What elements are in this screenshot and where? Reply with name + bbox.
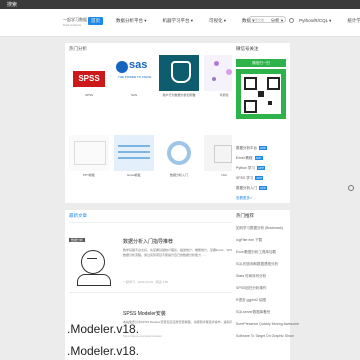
- hot-item[interactable]: SQL的查询和数据透视分析: [236, 262, 278, 267]
- latest-title: 最新文章: [69, 213, 87, 218]
- feedback-icon[interactable]: [348, 185, 354, 191]
- thumb-label-spss: SPSS: [84, 93, 93, 97]
- qr-code: [236, 69, 286, 119]
- sidebar-link[interactable]: 数据分析平台 APP: [236, 146, 268, 151]
- sidebar-link[interactable]: Excel 教程 APP: [236, 156, 263, 161]
- site-slogan: Data Analysis: [63, 23, 82, 27]
- thumb-spss[interactable]: SPSS: [69, 55, 109, 91]
- post-title[interactable]: SPSS Modeler安装: [123, 310, 166, 317]
- window-titlebar: 搜索: [0, 0, 360, 9]
- nav-item-python[interactable]: Python/R/CQL ▾: [296, 17, 334, 25]
- nav-item-viz[interactable]: 可视化 ▾: [206, 17, 229, 25]
- main-nav: 首页 数据分析平台 ▾ 机器学习平台 ▾ 可视化 ▾ 数据 ▾ 分析 ▾ Pyt…: [88, 17, 360, 25]
- thumb-label-excel: Excel模板: [127, 173, 141, 177]
- nav-item-ml[interactable]: 机器学习平台 ▾: [160, 17, 197, 25]
- app-badge: APP: [256, 166, 265, 170]
- app-badge: APP: [254, 156, 263, 160]
- sidebar-link-label: 数据分析平台: [236, 146, 257, 150]
- sidebar-link-label: SPSS 学习: [236, 176, 254, 180]
- hot-item[interactable]: SPSS回归分析操作: [236, 286, 266, 291]
- nav-item-analysis[interactable]: 数据分析平台 ▾: [113, 17, 150, 25]
- sidebar-link[interactable]: Python 学习 APP: [236, 166, 265, 171]
- post-illustration: [69, 244, 117, 286]
- wechat-button[interactable]: 微信扫一扫: [236, 59, 286, 67]
- thumb-behavior[interactable]: [159, 55, 199, 91]
- thumb-sas[interactable]: sas THE POWER TO KNOW: [114, 55, 154, 91]
- sidebar-link-label: Python 学习: [236, 166, 255, 170]
- thumb-intro[interactable]: [159, 135, 199, 171]
- hot-card: 热门推荐 如何学习数据分析 (Bookmark) logFiter.exe 下载…: [232, 210, 299, 360]
- sidebar-title: 微信号关注: [236, 46, 259, 51]
- hot-item[interactable]: SurePresence Quickly Moving Awesome: [236, 322, 299, 326]
- search-icon[interactable]: [289, 18, 294, 23]
- hot-item[interactable]: Stata 时间序列分析: [236, 274, 266, 279]
- window-title: 搜索: [7, 2, 18, 8]
- post-meta: 一起学习 · 2023-04-05 · 阅读 1.8k: [123, 280, 169, 284]
- nav-item-stats[interactable]: 统计学教程: [344, 17, 360, 25]
- nav-item-home[interactable]: 首页: [88, 17, 103, 25]
- post-tag[interactable]: 数据分析: [69, 238, 86, 242]
- hot-item[interactable]: 如何学习数据分析 (Bookmark): [236, 226, 283, 231]
- app-badge: APP: [259, 186, 268, 190]
- search-input[interactable]: 搜索文章: [248, 16, 286, 23]
- sidebar-link[interactable]: SPSS 学习 APP: [236, 176, 264, 181]
- hot-item[interactable]: Software To Target On Graphic Show: [236, 334, 294, 338]
- hot-item[interactable]: R语言 ggplot2 绘图: [236, 298, 266, 303]
- thumb-label-sas: SAS: [130, 93, 137, 97]
- hot-item[interactable]: Excel数据分析工具库加载: [236, 250, 276, 255]
- post-title[interactable]: 数据分析入门指导推荐: [123, 238, 173, 245]
- hot-title: 热门推荐: [236, 213, 254, 218]
- thumb-excel[interactable]: [114, 135, 154, 171]
- sidebar-link-label: 数据分析入门: [236, 186, 257, 190]
- app-badge: APP: [259, 146, 268, 150]
- hot-item[interactable]: SQLserver数据库备份: [236, 310, 270, 315]
- app-badge: APP: [255, 176, 264, 180]
- post-banner: .Modeler.v18.: [67, 322, 140, 336]
- hot-item[interactable]: logFiter.exe 下载: [236, 238, 262, 243]
- thumb-ppt[interactable]: [69, 135, 109, 171]
- sidebar-card: 微信号关注 微信扫一扫 数据分析平台 APP Excel 教程 APP Python…: [232, 43, 290, 203]
- wechat-label: 微信扫一扫: [252, 61, 270, 65]
- sidebar-link[interactable]: 数据分析入门 APP: [236, 186, 268, 191]
- thumb-label-intro: 数据分析入门: [169, 173, 188, 177]
- recommend-title: 热门分析: [69, 46, 87, 51]
- thumb-label-behavior: 用户行为数据分析如何做: [162, 93, 196, 97]
- sidebar-link-label: Excel 教程: [236, 156, 253, 160]
- post-banner: .Modeler.v18.: [67, 344, 140, 358]
- sidebar-more-link[interactable]: 查看更多>: [236, 196, 252, 201]
- thumb-label-ppt: PPT模板: [83, 173, 95, 177]
